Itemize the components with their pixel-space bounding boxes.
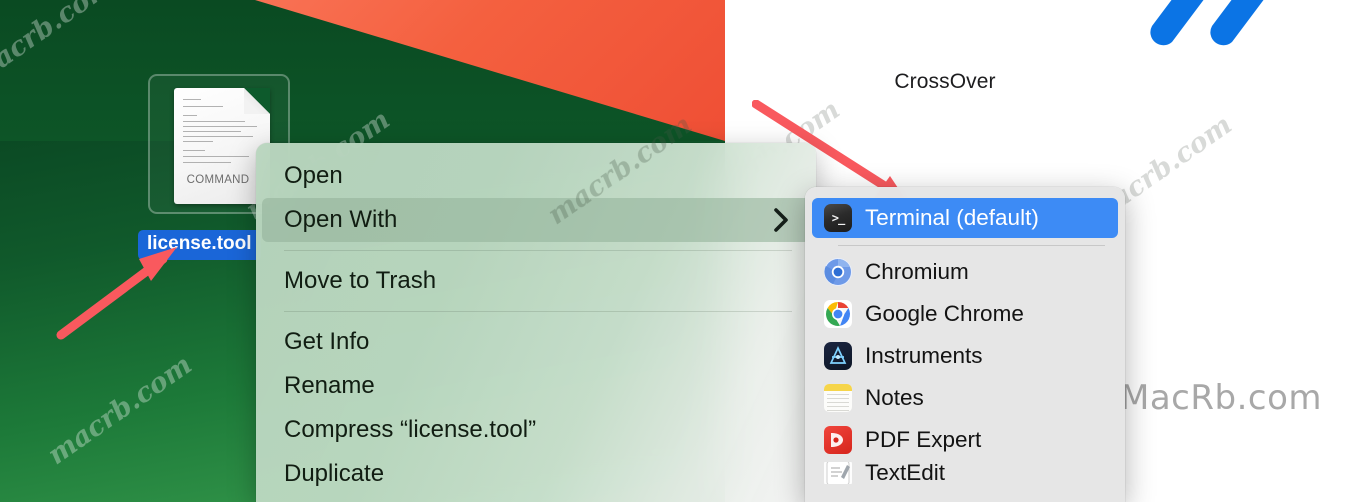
open-with-pdf-expert[interactable]: PDF Expert — [812, 420, 1118, 460]
menu-item-duplicate[interactable]: Duplicate — [262, 452, 810, 496]
menu-separator — [284, 311, 792, 312]
submenu-item-label: Chromium — [865, 259, 969, 284]
crossover-app-label: CrossOver — [894, 70, 996, 93]
submenu-item-label: TextEdit — [865, 462, 946, 484]
notes-icon — [824, 384, 852, 412]
open-with-chromium[interactable]: Chromium — [812, 252, 1118, 292]
menu-item-label: Rename — [284, 372, 375, 399]
site-watermark-text: MacRb.com — [1120, 378, 1322, 418]
desktop-file-name-label[interactable]: license.tool — [138, 230, 261, 260]
open-with-notes[interactable]: Notes — [812, 378, 1118, 418]
open-with-textedit[interactable]: TextEdit — [812, 462, 1118, 484]
menu-separator — [284, 250, 792, 251]
menu-item-label: Move to Trash — [284, 267, 437, 294]
submenu-item-label: Instruments — [865, 343, 983, 368]
crossover-logo — [896, 0, 1000, 32]
menu-item-label: Open — [284, 162, 343, 189]
doc-type-label: COMMAND — [186, 174, 250, 186]
pdf-expert-icon — [824, 426, 852, 454]
open-with-terminal[interactable]: >_ Terminal (default) — [812, 198, 1118, 238]
menu-item-open[interactable]: Open — [262, 154, 810, 198]
menu-item-open-with[interactable]: Open With — [262, 198, 810, 242]
open-with-instruments[interactable]: Instruments — [812, 336, 1118, 376]
submenu-item-label: Notes — [865, 385, 924, 410]
open-with-submenu[interactable]: >_ Terminal (default) Chromium Google Ch… — [805, 187, 1125, 502]
menu-item-label: Duplicate — [284, 460, 385, 487]
chrome-icon — [824, 300, 852, 328]
terminal-icon: >_ — [824, 204, 852, 232]
chevron-right-icon — [773, 198, 790, 242]
menu-item-rename[interactable]: Rename — [262, 364, 810, 408]
submenu-item-label: PDF Expert — [865, 427, 982, 452]
menu-item-label: Open With — [284, 206, 398, 233]
submenu-item-label: Terminal (default) — [865, 205, 1039, 230]
menu-item-compress[interactable]: Compress “license.tool” — [262, 408, 810, 452]
chromium-icon — [824, 258, 852, 286]
menu-item-label: Get Info — [284, 328, 370, 355]
textedit-icon — [824, 462, 852, 484]
blue-double-slash-icon — [1150, 0, 1264, 46]
menu-item-get-info[interactable]: Get Info — [262, 320, 810, 364]
submenu-item-label: Google Chrome — [865, 301, 1024, 326]
menu-item-move-to-trash[interactable]: Move to Trash — [262, 259, 810, 303]
desktop-wallpaper-top — [0, 0, 725, 141]
open-with-google-chrome[interactable]: Google Chrome — [812, 294, 1118, 334]
menu-item-label: Compress “license.tool” — [284, 416, 537, 443]
context-menu[interactable]: Open Open With Move to Trash Get Info Re… — [256, 143, 816, 502]
submenu-separator — [838, 245, 1105, 246]
instruments-icon — [824, 342, 852, 370]
